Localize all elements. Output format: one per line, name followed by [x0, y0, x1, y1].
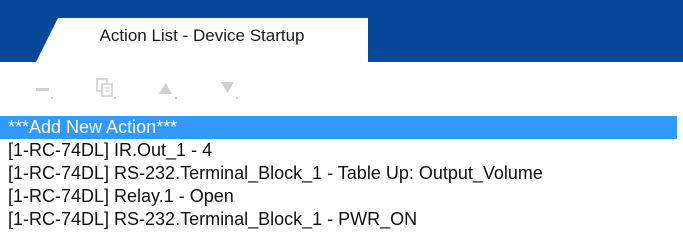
action-list-panel: Action List - Device Startup ***Add New … [0, 0, 683, 249]
move-up-icon [159, 83, 177, 99]
move-down-button[interactable] [214, 75, 242, 103]
copy-icon [96, 78, 116, 99]
list-item[interactable]: [1-RC-74DL] RS-232.Terminal_Block_1 - PW… [0, 208, 683, 231]
list-item[interactable]: [1-RC-74DL] Relay.1 - Open [0, 185, 683, 208]
move-down-icon [221, 82, 238, 99]
tab-action-list-device-startup[interactable]: Action List - Device Startup [36, 18, 368, 62]
list-item-add-new-action[interactable]: ***Add New Action*** [0, 116, 677, 139]
action-list[interactable]: ***Add New Action*** [1-RC-74DL] IR.Out_… [0, 116, 683, 249]
list-item[interactable]: [1-RC-74DL] IR.Out_1 - 4 [0, 139, 683, 162]
remove-action-button[interactable] [30, 75, 58, 103]
move-up-button[interactable] [152, 75, 180, 103]
copy-action-button[interactable] [92, 75, 120, 103]
remove-icon [36, 88, 53, 99]
toolbar [0, 62, 683, 116]
list-item[interactable]: [1-RC-74DL] RS-232.Terminal_Block_1 - Ta… [0, 162, 683, 185]
tab-strip: Action List - Device Startup [0, 0, 683, 62]
tab-label: Action List - Device Startup [99, 26, 305, 45]
